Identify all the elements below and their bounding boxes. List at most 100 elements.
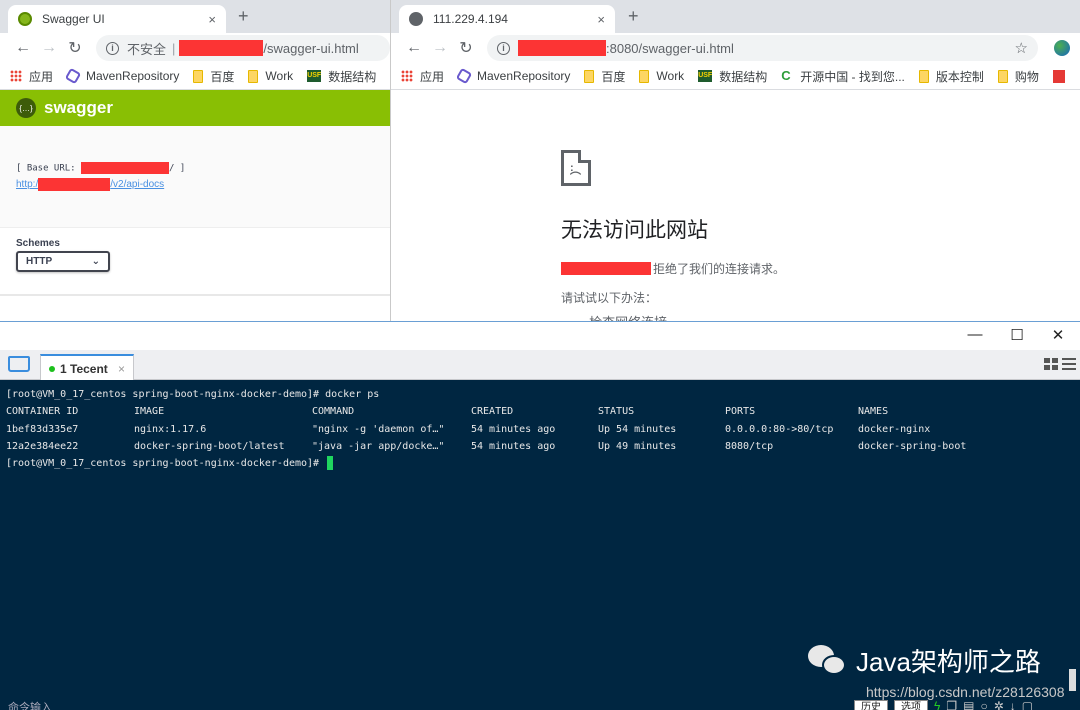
connected-status-icon [49, 365, 55, 372]
bookmark-version-control[interactable]: 版本控制 [918, 68, 984, 85]
bookmark-data-structures[interactable]: USF 数据结构 [307, 68, 376, 85]
view-toggle [1044, 358, 1076, 370]
right-browser-window: 111.229.4.194 × + ← → ↻ i :8080/swagger-… [391, 0, 1080, 322]
folder-icon [997, 69, 1008, 83]
folder-open-icon[interactable] [8, 356, 30, 372]
address-bar[interactable]: i 不安全 | /swagger-ui.html [96, 35, 390, 61]
list-view-icon[interactable] [1062, 358, 1076, 370]
watermark-text: Java架构师之路 [856, 647, 1041, 677]
tab-close-icon[interactable]: × [208, 12, 216, 27]
tab-swagger-ui[interactable]: Swagger UI × [8, 5, 226, 33]
bookmark-label: Work [656, 69, 685, 83]
terminal-titlebar: — ☐ ✕ [0, 322, 1080, 350]
bookmark-apps[interactable]: 应用 [10, 68, 53, 85]
info-icon[interactable]: i [106, 41, 119, 55]
terminal-scrollbar[interactable] [1069, 669, 1076, 691]
bookmark-red-icon [1052, 69, 1065, 83]
csdn-url-watermark: https://blog.csdn.net/z28126308 [866, 684, 1065, 700]
forward-arrow-icon[interactable]: → [427, 39, 453, 57]
session-tab-tecent[interactable]: 1 Tecent × [40, 354, 134, 381]
terminal-line: [root@VM_0_17_centos spring-boot-nginx-d… [6, 455, 1074, 472]
apps-icon [10, 70, 22, 82]
folder-icon [639, 69, 650, 83]
base-url-prefix: [ Base URL: [16, 163, 82, 174]
info-icon[interactable]: i [497, 41, 510, 55]
reload-icon[interactable]: ↻ [453, 38, 479, 58]
schemes-select[interactable]: HTTP ⌄ [16, 251, 110, 272]
bookmark-shopping[interactable]: 购物 [997, 68, 1039, 85]
command-input-label[interactable]: 命令输入 [8, 699, 52, 710]
wechat-watermark: Java架构师之路 [808, 642, 1041, 679]
bookmark-work[interactable]: Work [248, 69, 293, 83]
minimize-button[interactable]: — [960, 326, 990, 343]
redacted-api-host [38, 178, 111, 191]
swagger-logo-icon: {…} [16, 98, 36, 118]
folder-icon [193, 69, 204, 83]
api-docs-link[interactable]: http:/ /v2/api-docs [16, 178, 374, 191]
redacted-host [518, 40, 606, 56]
bookmark-baidu[interactable]: 百度 [584, 68, 625, 85]
container-image: nginx:1.17.6 [134, 423, 207, 435]
bookmark-label: MavenRepository [477, 69, 571, 83]
api-docs-suffix: /v2/api-docs [110, 179, 165, 191]
tab-title: Swagger UI [42, 12, 105, 26]
copy-icon[interactable]: ❐ [946, 700, 957, 710]
container-id: 12a2e384ee22 [6, 440, 79, 452]
swagger-brand[interactable]: swagger [44, 98, 113, 118]
bookmark-mavenrepository[interactable]: MavenRepository [64, 67, 180, 85]
terminal-cursor [327, 456, 334, 471]
bookmark-oschina[interactable]: C 开源中国 - 找到您... [781, 68, 905, 85]
oschina-icon: C [781, 68, 791, 83]
table-row: 12a2e384ee22 docker-spring-boot/latest "… [6, 438, 1074, 455]
tab-close-icon[interactable]: × [597, 12, 605, 27]
paste-icon[interactable]: ▤ [963, 700, 974, 710]
sad-page-icon: : ⌒ [561, 150, 591, 186]
redacted-host [561, 262, 651, 275]
lightning-icon[interactable]: ϟ [934, 700, 940, 710]
download-icon[interactable]: ↓ [1010, 700, 1016, 710]
session-tab-label: 1 Tecent [60, 361, 108, 376]
bookmark-label: MavenRepository [86, 69, 180, 83]
bookmark-apps[interactable]: 应用 [401, 68, 444, 85]
grid-view-icon[interactable] [1044, 358, 1058, 370]
window-icon[interactable]: ▢ [1022, 700, 1033, 710]
address-bar[interactable]: i :8080/swagger-ui.html ☆ [487, 35, 1038, 61]
back-arrow-icon[interactable]: ← [401, 39, 427, 57]
bookmark-label: 购物 [1014, 69, 1039, 84]
usf-icon: USF [698, 70, 713, 82]
container-image: docker-spring-boot/latest [134, 440, 285, 452]
gear-icon[interactable]: ✲ [994, 700, 1004, 710]
new-tab-button[interactable]: + [628, 6, 639, 27]
column-header: PORTS [725, 406, 756, 418]
url-separator: | [172, 40, 176, 56]
new-tab-button[interactable]: + [238, 6, 249, 27]
close-button[interactable]: ✕ [1043, 326, 1073, 344]
column-header: CREATED [471, 406, 514, 418]
bookmark-star-icon[interactable]: ☆ [1015, 39, 1028, 57]
bookmark-label: 应用 [420, 69, 445, 84]
browser-toolbar: ← → ↻ i :8080/swagger-ui.html ☆ [391, 33, 1080, 63]
forward-arrow-icon[interactable]: → [36, 39, 62, 57]
bookmark-data-structures[interactable]: USF 数据结构 [698, 68, 767, 85]
tab-ip-address[interactable]: 111.229.4.194 × [399, 5, 615, 33]
redacted-host [179, 40, 264, 56]
bookmark-overflow[interactable] [1052, 69, 1072, 83]
extension-icon[interactable] [1054, 40, 1070, 56]
back-arrow-icon[interactable]: ← [10, 39, 36, 57]
bookmark-baidu[interactable]: 百度 [193, 68, 234, 85]
search-icon[interactable]: ○ [980, 700, 987, 710]
session-tab-close-icon[interactable]: × [118, 362, 125, 376]
container-name: docker-spring-boot [858, 440, 967, 452]
maximize-button[interactable]: ☐ [1002, 326, 1032, 344]
container-status: Up 54 minutes [598, 423, 677, 435]
bookmark-work[interactable]: Work [639, 69, 684, 83]
hexagon-icon [455, 67, 473, 85]
usf-icon: USF [307, 70, 322, 82]
options-button[interactable]: 选项 [894, 700, 928, 710]
reload-icon[interactable]: ↻ [62, 38, 88, 58]
bookmark-mavenrepository[interactable]: MavenRepository [455, 67, 571, 85]
terminal-line: [root@VM_0_17_centos spring-boot-nginx-d… [6, 386, 1074, 403]
history-button[interactable]: 历史 [854, 700, 888, 710]
shell-command: docker ps [325, 389, 380, 400]
redacted-base-url [81, 162, 170, 174]
